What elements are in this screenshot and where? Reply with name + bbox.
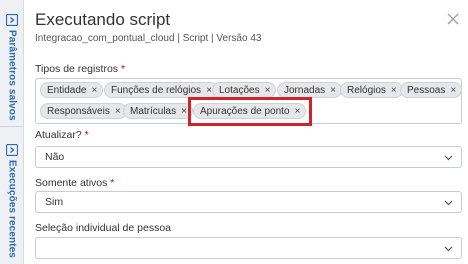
tag-label: Funções de relógios <box>111 84 202 96</box>
required-mark: * <box>120 63 126 75</box>
field-label-text: Tipos de registros <box>35 63 119 75</box>
close-icon[interactable] <box>446 12 460 26</box>
remove-tag-icon[interactable]: × <box>115 106 121 117</box>
tab-label: Parâmetros salvos <box>6 30 18 121</box>
field-label-text: Atualizar? <box>35 129 82 141</box>
required-mark: * <box>84 129 89 141</box>
left-sidebar: Parâmetros salvos Execuções recentes <box>0 0 24 264</box>
tag-label: Jornadas <box>284 84 326 96</box>
tag-label: Lotações <box>219 84 260 96</box>
tag-jornadas: Jornadas × <box>277 82 342 98</box>
somente-ativos-select[interactable]: Sim <box>35 191 462 213</box>
tag-responsaveis: Responsáveis × <box>40 103 127 119</box>
atualizar-select[interactable]: Não <box>35 146 462 168</box>
remove-tag-icon[interactable]: × <box>91 85 97 96</box>
selecao-individual-label: Seleção individual de pessoa <box>35 222 171 234</box>
selecao-individual-select[interactable] <box>35 237 462 259</box>
field-label-text: Somente ativos <box>35 177 108 189</box>
chevron-down-icon <box>444 200 453 206</box>
tag-entidade: Entidade × <box>40 82 104 98</box>
tag-lotacoes: Lotações × <box>212 82 277 98</box>
field-label-text: Seleção individual de pessoa <box>35 222 172 234</box>
select-value: Sim <box>45 196 64 208</box>
tag-label: Responsáveis <box>47 105 110 117</box>
remove-tag-icon[interactable]: × <box>265 85 271 96</box>
script-execution-panel: Executando script Integracao_com_pontual… <box>24 0 468 264</box>
remove-tag-icon[interactable]: × <box>450 85 456 96</box>
remove-tag-icon[interactable]: × <box>391 85 397 96</box>
sidebar-divider <box>0 126 24 127</box>
highlight-box <box>188 97 312 126</box>
tag-label: Pessoas <box>407 84 446 96</box>
tag-relogios: Relógios × <box>340 82 403 98</box>
panel-expand-icon <box>6 144 18 156</box>
tab-execucoes-recentes[interactable]: Execuções recentes <box>0 140 24 258</box>
chevron-down-icon <box>444 155 453 161</box>
remove-tag-icon[interactable]: × <box>330 85 336 96</box>
chevron-down-icon <box>444 246 453 252</box>
tab-parametros-salvos[interactable]: Parâmetros salvos <box>0 10 24 121</box>
tag-label: Entidade <box>47 84 87 96</box>
tag-label: Matrículas <box>130 105 177 117</box>
required-mark: * <box>110 177 115 189</box>
tab-label: Execuções recentes <box>6 160 18 258</box>
somente-ativos-label: Somente ativos * <box>35 177 114 189</box>
atualizar-label: Atualizar? * <box>35 129 89 141</box>
tag-pessoas: Pessoas × <box>400 82 463 98</box>
remove-tag-icon[interactable]: × <box>181 106 187 117</box>
page-title: Executando script <box>35 10 171 29</box>
tag-funcoes-de-relogios: Funções de relógios × <box>104 82 218 98</box>
panel-expand-icon <box>6 14 18 26</box>
select-value: Não <box>45 151 65 163</box>
tag-matriculas: Matrículas × <box>123 103 193 119</box>
script-subtitle: Integracao_com_pontual_cloud | Script | … <box>35 33 262 44</box>
tipos-registros-label: Tipos de registros * <box>35 63 125 75</box>
tag-label: Relógios <box>347 84 386 96</box>
